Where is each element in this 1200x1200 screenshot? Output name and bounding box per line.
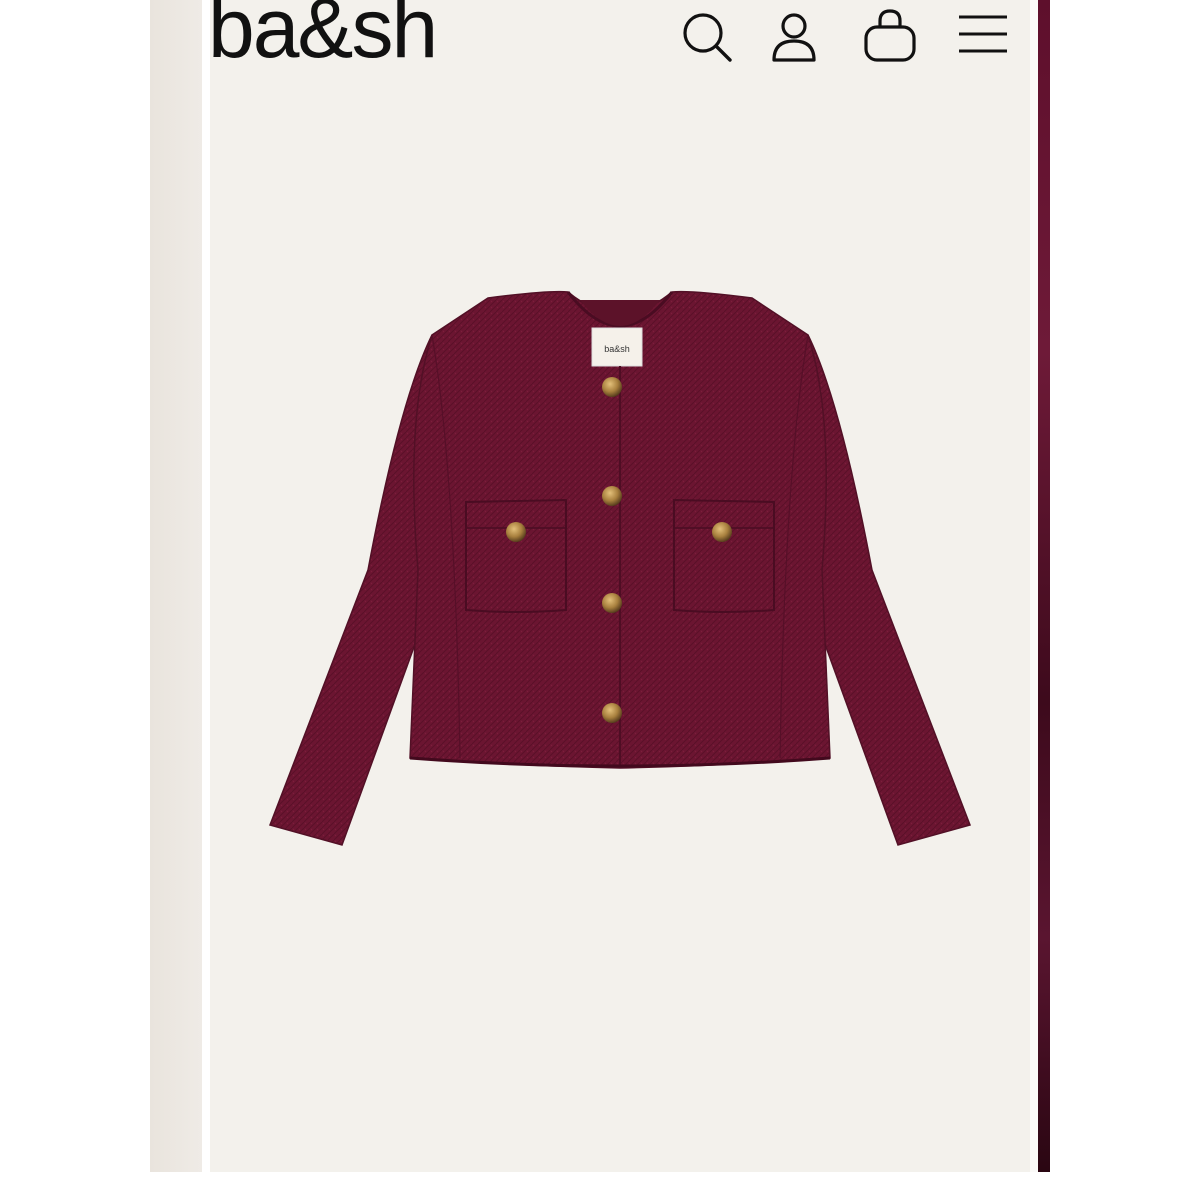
page-gutter [1030,0,1038,1172]
account-icon[interactable] [766,8,822,64]
menu-icon[interactable] [955,8,1011,64]
right-fabric-strip [1038,0,1050,1172]
brand-logo[interactable]: ba&sh [208,0,438,70]
jacket-label: ba&sh [604,344,630,354]
search-icon[interactable] [678,8,734,64]
left-background-strip [150,0,202,1172]
bag-icon[interactable] [862,8,918,64]
bottom-margin [0,1172,1200,1200]
product-image-jacket[interactable]: ba&sh [250,270,990,890]
